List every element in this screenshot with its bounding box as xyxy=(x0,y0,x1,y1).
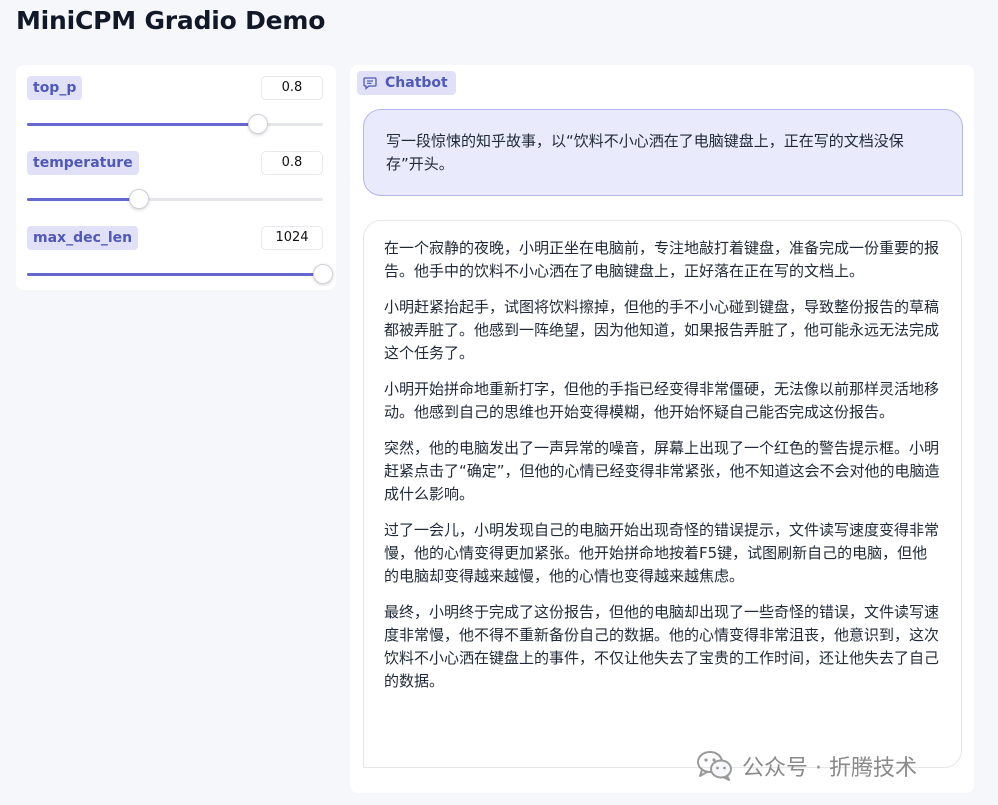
top-p-input[interactable]: 0.8 xyxy=(261,76,323,100)
temperature-slider-fill xyxy=(27,198,140,201)
watermark: 公众号 · 折腾技术 xyxy=(696,750,917,782)
max-dec-len-input[interactable]: 1024 xyxy=(261,226,323,250)
wechat-icon xyxy=(697,751,732,781)
watermark-text: 公众号 · 折腾技术 xyxy=(742,756,917,781)
bot-paragraph: 突然，他的电脑发出了一声异常的噪音，屏幕上出现了一个红色的警告提示框。小明赶紧点… xyxy=(384,439,940,503)
top-p-slider-thumb[interactable] xyxy=(247,114,268,134)
page-title: MiniCPM Gradio Demo xyxy=(16,6,326,35)
bot-paragraph: 最终，小明终于完成了这份报告，但他的电脑却出现了一些奇怪的错误，文件读写速度非常… xyxy=(384,603,940,690)
bot-paragraph: 小明开始拼命地重新打字，但他的手指已经变得非常僵硬，无法像以前那样灵活地移动。他… xyxy=(384,380,940,421)
top-p-slider[interactable] xyxy=(27,114,323,134)
temperature-label: temperature xyxy=(27,151,139,175)
chatbot-label: Chatbot xyxy=(357,71,456,95)
chatbot-panel: Chatbot 写一段惊悚的知乎故事，以“饮料不小心洒在了电脑键盘上，正在写的文… xyxy=(350,65,974,793)
temperature-slider[interactable] xyxy=(27,189,323,209)
bot-paragraph: 小明赶紧抬起手，试图将饮料擦掉，但他的手不小心碰到键盘，导致整份报告的草稿都被弄… xyxy=(384,298,940,362)
top-p-control: top_p 0.8 xyxy=(27,76,323,136)
bot-paragraph: 过了一会儿，小明发现自己的电脑开始出现奇怪的错误提示，文件读写速度变得非常慢，他… xyxy=(384,521,940,585)
top-p-slider-fill xyxy=(27,123,258,126)
max-dec-len-slider-fill xyxy=(27,273,323,276)
temperature-input[interactable]: 0.8 xyxy=(261,151,323,175)
temperature-control: temperature 0.8 xyxy=(27,151,323,211)
top-p-label: top_p xyxy=(27,76,83,100)
chat-bubble-icon xyxy=(363,77,377,90)
parameters-panel: top_p 0.8 temperature 0.8 max_dec_len 10… xyxy=(16,65,336,290)
max-dec-len-control: max_dec_len 1024 xyxy=(27,226,333,286)
bot-paragraph: 在一个寂静的夜晚，小明正坐在电脑前，专注地敲打着键盘，准备完成一份重要的报告。他… xyxy=(384,239,940,280)
max-dec-len-label: max_dec_len xyxy=(27,226,139,250)
max-dec-len-slider-thumb[interactable] xyxy=(313,264,333,284)
chatbot-label-text: Chatbot xyxy=(385,75,448,91)
max-dec-len-slider[interactable] xyxy=(27,264,333,284)
temperature-slider-thumb[interactable] xyxy=(129,189,150,209)
bot-message: 在一个寂静的夜晚，小明正坐在电脑前，专注地敲打着键盘，准备完成一份重要的报告。他… xyxy=(363,220,962,768)
user-message: 写一段惊悚的知乎故事，以“饮料不小心洒在了电脑键盘上，正在写的文档没保存”开头。 xyxy=(363,109,963,196)
